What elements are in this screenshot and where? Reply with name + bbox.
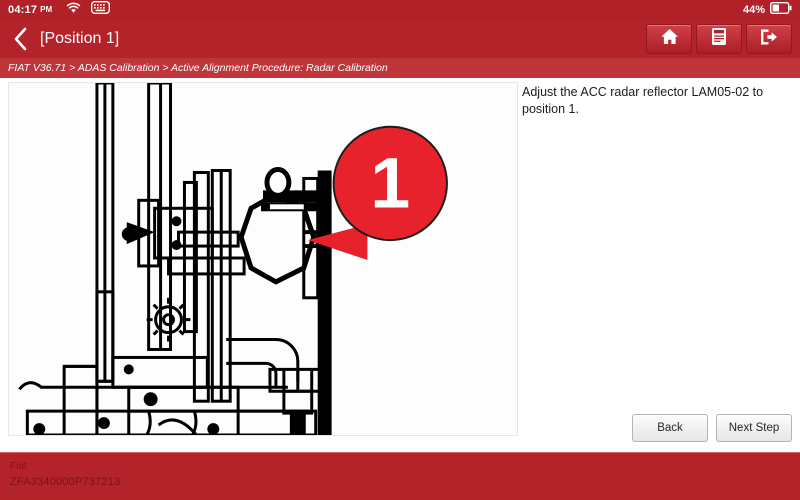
status-time: 04:17: [8, 3, 38, 16]
vehicle-info-bar: Fiat ZFA3340000P737213: [0, 452, 800, 500]
title-bar-actions: [646, 24, 792, 54]
status-icon-group: [66, 0, 111, 19]
title-bar: [Position 1]: [0, 20, 800, 58]
wifi-icon: [66, 1, 81, 19]
app-root: 04:17 PM 44% [Position 1] FIAT V36.71 > …: [0, 0, 800, 500]
battery-icon: [769, 1, 792, 19]
exit-button[interactable]: [746, 24, 792, 54]
back-button[interactable]: Back: [632, 414, 708, 442]
status-battery-group: 44%: [743, 1, 792, 19]
vehicle-make: Fiat: [10, 461, 27, 472]
callout-number: 1: [370, 143, 410, 223]
home-icon: [660, 28, 679, 50]
instruction-block: Adjust the ACC radar reflector LAM05-02 …: [522, 84, 792, 118]
report-button[interactable]: [696, 24, 742, 54]
breadcrumb-text: FIAT V36.71 > ADAS Calibration > Active …: [8, 61, 388, 74]
status-time-ampm: PM: [40, 5, 53, 14]
exit-icon: [759, 28, 779, 51]
document-icon: [711, 27, 727, 51]
navigation-buttons: Back Next Step: [522, 414, 792, 442]
next-step-button[interactable]: Next Step: [716, 414, 792, 442]
calibration-rig-diagram: 1: [9, 83, 517, 435]
breadcrumb: FIAT V36.71 > ADAS Calibration > Active …: [0, 58, 800, 78]
back-chevron-icon[interactable]: [10, 26, 32, 52]
vehicle-vin: ZFA3340000P737213: [10, 476, 121, 488]
page-title: [Position 1]: [40, 30, 120, 47]
content-area: 1 Adjust the ACC radar reflector LAM05-0…: [0, 78, 800, 452]
battery-percent-label: 44%: [742, 3, 765, 16]
instruction-text: Adjust the ACC radar reflector LAM05-02 …: [522, 85, 764, 116]
keyboard-icon: [91, 0, 111, 19]
diagram-panel: 1: [8, 82, 518, 436]
status-bar: 04:17 PM 44%: [0, 0, 800, 20]
home-button[interactable]: [646, 24, 692, 54]
